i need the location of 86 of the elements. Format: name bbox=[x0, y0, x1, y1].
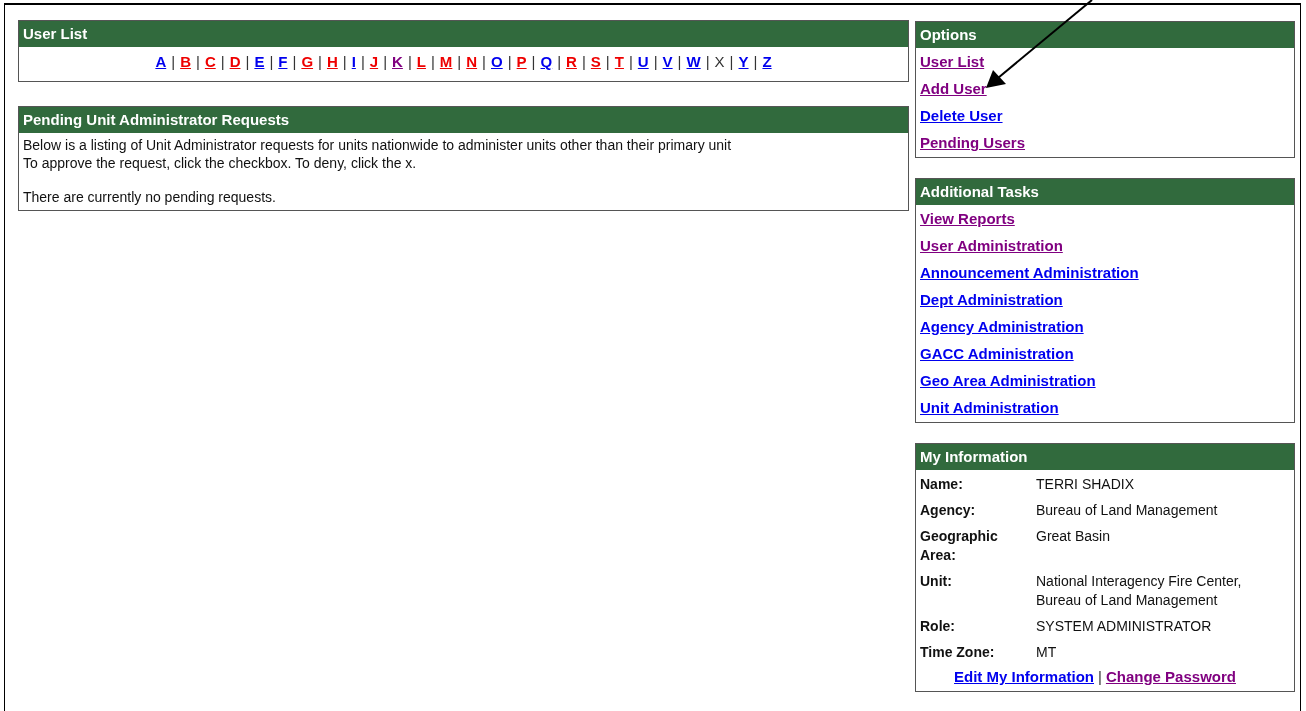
letter-link[interactable]: G bbox=[301, 51, 314, 74]
letter-link[interactable]: Q bbox=[540, 51, 553, 74]
nav-link[interactable]: Announcement Administration bbox=[920, 259, 1139, 286]
separator: | bbox=[677, 52, 682, 73]
separator: | bbox=[1098, 667, 1102, 687]
letter-link[interactable]: I bbox=[351, 51, 356, 74]
nav-link[interactable]: View Reports bbox=[920, 205, 1015, 232]
separator: | bbox=[628, 52, 633, 73]
field-label: Agency: bbox=[920, 501, 977, 520]
letter-link[interactable]: L bbox=[416, 51, 426, 74]
letter-link[interactable]: T bbox=[614, 51, 624, 74]
letter-link[interactable]: P bbox=[516, 51, 527, 74]
field-value: TERRI SHADIX bbox=[1036, 475, 1135, 494]
letter-text: X bbox=[714, 52, 725, 73]
separator: | bbox=[318, 52, 322, 73]
separator: | bbox=[383, 52, 388, 73]
separator: | bbox=[171, 52, 176, 73]
field-label: Role: bbox=[920, 617, 956, 636]
panel-title: Options bbox=[916, 22, 1294, 48]
nav-link[interactable]: User Administration bbox=[920, 232, 1063, 259]
nav-link[interactable]: Unit Administration bbox=[920, 394, 1059, 421]
separator: | bbox=[753, 52, 758, 73]
letter-link[interactable]: U bbox=[637, 51, 649, 74]
separator: | bbox=[729, 52, 734, 73]
letter-link[interactable]: F bbox=[278, 51, 288, 74]
separator: | bbox=[705, 52, 710, 73]
separator: | bbox=[220, 52, 225, 73]
description-text: Below is a listing of Unit Administrator requests for units nationwide to administer units other than their primary unit bbox=[23, 136, 733, 154]
nav-link[interactable]: Pending Users bbox=[920, 129, 1026, 156]
letter-link[interactable]: Y bbox=[738, 51, 749, 74]
separator: | bbox=[245, 52, 250, 73]
panel-title: Pending Unit Administrator Requests bbox=[19, 107, 908, 133]
letter-link[interactable]: R bbox=[566, 51, 577, 74]
separator: | bbox=[195, 52, 200, 73]
nav-link[interactable]: User List bbox=[920, 48, 985, 75]
nav-link[interactable]: GACC Administration bbox=[920, 340, 1074, 367]
nav-link[interactable]: Geo Area Administration bbox=[920, 367, 1096, 394]
letter-link[interactable]: W bbox=[686, 51, 701, 74]
letter-link[interactable]: Z bbox=[762, 51, 772, 74]
letter-link[interactable]: H bbox=[326, 51, 338, 74]
letter-link[interactable]: A bbox=[155, 51, 167, 74]
description-text: To approve the request, click the checkbox. To deny, click the x. bbox=[23, 154, 418, 172]
separator: | bbox=[507, 52, 512, 73]
separator: | bbox=[430, 52, 435, 73]
letter-link[interactable]: O bbox=[491, 51, 503, 74]
letter-link[interactable]: D bbox=[229, 51, 241, 74]
letter-link[interactable]: N bbox=[466, 51, 478, 74]
nav-link[interactable]: Edit My Information bbox=[954, 666, 1094, 689]
letter-link[interactable]: K bbox=[392, 51, 403, 74]
separator: | bbox=[360, 52, 365, 73]
letter-link[interactable]: S bbox=[590, 51, 601, 74]
nav-link[interactable]: Change Password bbox=[1105, 666, 1236, 689]
letter-link[interactable]: E bbox=[254, 51, 265, 74]
field-value: Bureau of Land Management bbox=[1036, 501, 1219, 520]
letter-link[interactable]: B bbox=[180, 51, 191, 74]
field-label: Name: bbox=[920, 475, 964, 494]
separator: | bbox=[457, 52, 462, 73]
panel-title: My Information bbox=[916, 444, 1294, 470]
field-label: Time Zone: bbox=[920, 643, 996, 662]
field-label: Unit: bbox=[920, 572, 953, 591]
nav-link[interactable]: Add User bbox=[920, 75, 987, 102]
separator: | bbox=[269, 52, 274, 73]
separator: | bbox=[605, 52, 610, 73]
letter-link[interactable]: J bbox=[369, 51, 379, 74]
separator: | bbox=[653, 52, 658, 73]
separator: | bbox=[531, 52, 536, 73]
nav-link[interactable]: Dept Administration bbox=[920, 286, 1063, 313]
letter-link[interactable]: V bbox=[662, 51, 673, 74]
separator: | bbox=[581, 52, 586, 73]
letter-link[interactable]: C bbox=[204, 51, 216, 74]
nav-link[interactable]: Delete User bbox=[920, 102, 1003, 129]
panel-title: Additional Tasks bbox=[916, 179, 1294, 205]
letter-link[interactable]: M bbox=[439, 51, 453, 74]
field-label: Geographic Area: bbox=[920, 527, 999, 565]
separator: | bbox=[557, 52, 562, 73]
field-value: National Interagency Fire Center, Bureau of Land Management bbox=[1036, 572, 1243, 610]
field-value: SYSTEM ADMINISTRATOR bbox=[1036, 617, 1213, 636]
panel-title: User List bbox=[19, 21, 908, 47]
separator: | bbox=[407, 52, 412, 73]
nav-link[interactable]: Agency Administration bbox=[920, 313, 1084, 340]
field-value: Great Basin bbox=[1036, 527, 1111, 546]
field-value: MT bbox=[1036, 643, 1058, 662]
separator: | bbox=[482, 52, 486, 73]
empty-message: There are currently no pending requests. bbox=[23, 188, 277, 206]
separator: | bbox=[292, 52, 297, 73]
separator: | bbox=[342, 52, 347, 73]
